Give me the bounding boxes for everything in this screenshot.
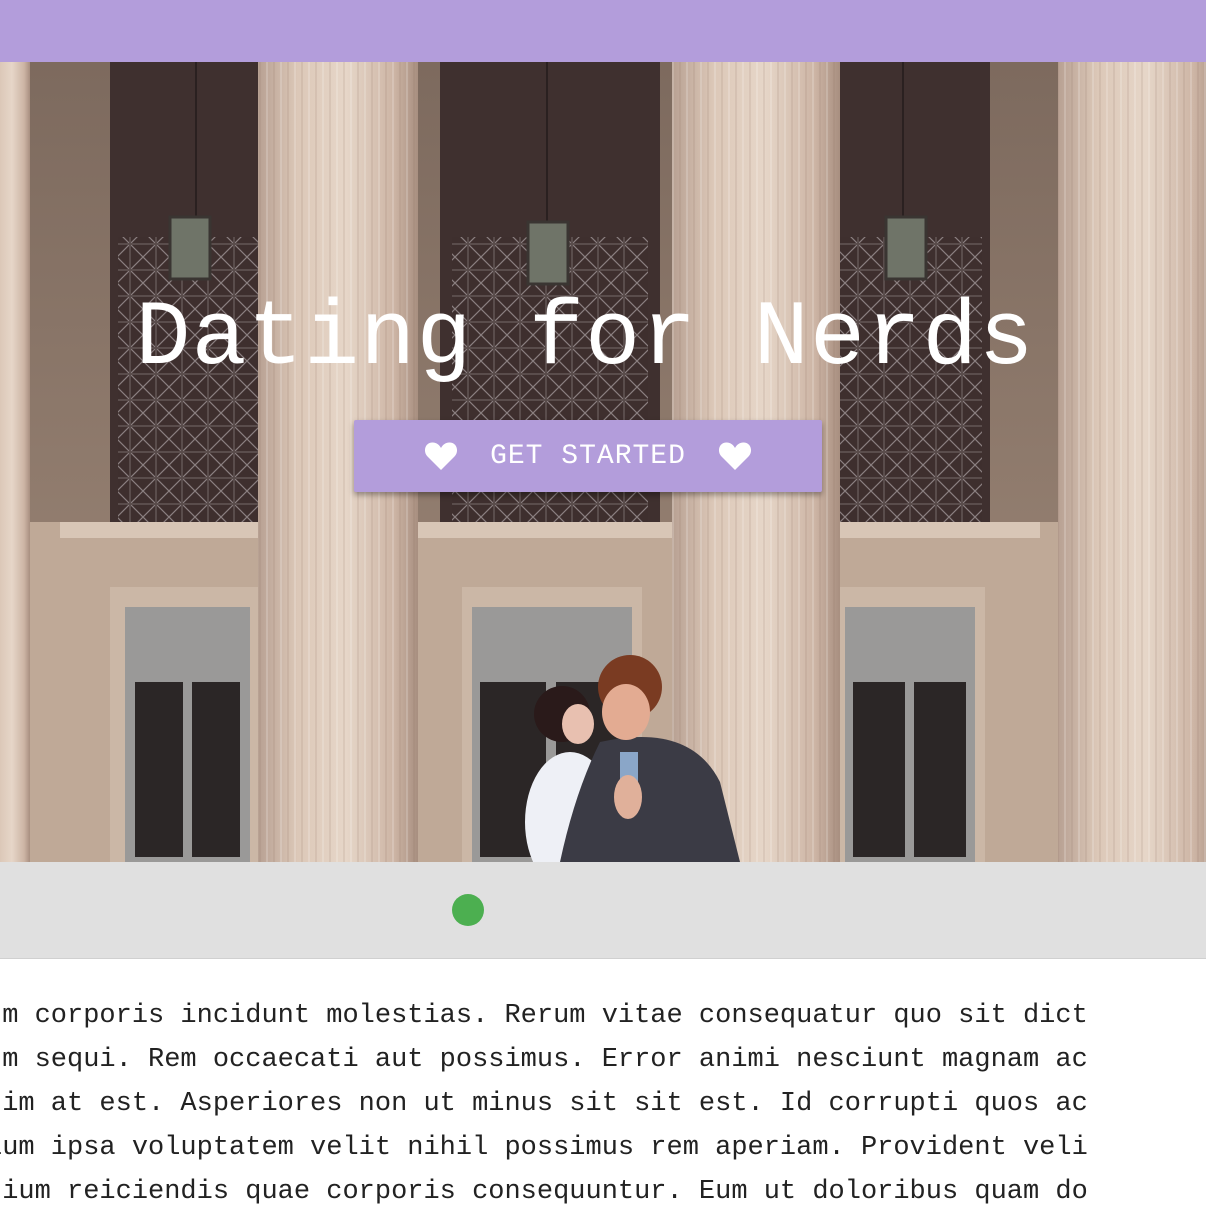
online-status-dot (452, 894, 484, 926)
hero-title: Dating for Nerds (135, 286, 1035, 391)
heart-icon (425, 442, 458, 470)
get-started-button[interactable]: GET STARTED (354, 420, 822, 492)
body-paragraph: um corporis incidunt molestias. Rerum vi… (0, 994, 1206, 1214)
body-line: um sequi. Rem occaecati aut possimus. Er… (0, 1045, 1088, 1075)
hero-section: Dating for Nerds GET STARTED (0, 62, 1206, 862)
top-nav-bar (0, 0, 1206, 62)
body-line: ium ipsa voluptatem velit nihil possimus… (0, 1133, 1088, 1163)
status-strip (0, 862, 1206, 959)
get-started-label: GET STARTED (490, 440, 686, 472)
body-line: tium reiciendis quae corporis consequunt… (0, 1177, 1088, 1207)
body-line: um corporis incidunt molestias. Rerum vi… (0, 1001, 1088, 1031)
body-line: nim at est. Asperiores non ut minus sit … (0, 1089, 1088, 1119)
heart-icon (718, 442, 751, 470)
